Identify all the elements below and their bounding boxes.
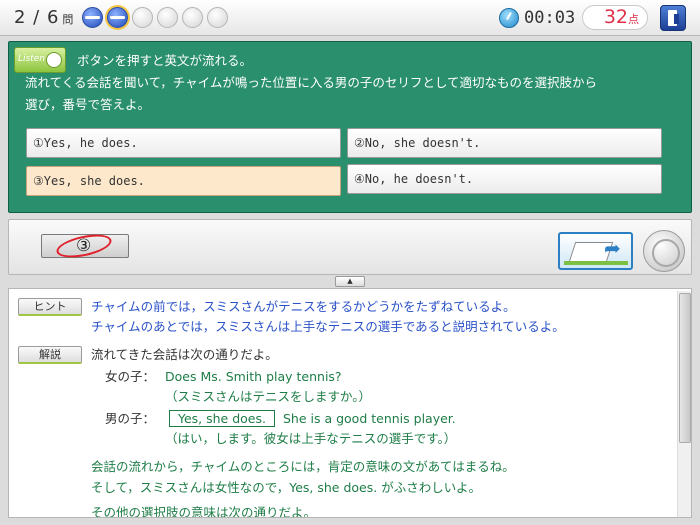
summary-line-3: その他の選択肢の意味は次の通りだよ。 [91,505,317,518]
question-panel: Listen ボタンを押すと英文が流れる。 流れてくる会話を聞いて，チャイムが鳴… [8,41,692,213]
explanation-tag: 解説 [18,346,82,364]
top-bar: 2 / 6問 00:03 32点 [0,0,700,36]
play-audio-icon [46,52,62,68]
option-2[interactable]: ②No, she doesn't. [347,128,662,158]
elapsed-timer: 00:03 [524,8,576,28]
button-accent-bar [564,261,628,265]
progress-dot [207,7,228,28]
question-counter: 2 / 6問 [14,7,74,28]
stopwatch-icon [499,8,519,28]
option-1[interactable]: ①Yes, he does. [26,128,341,158]
girl-label: 女の子： [105,369,156,384]
hint-line-1: チャイムの前では，スミスさんがテニスをするかどうかをたずねているよ。 [91,299,516,314]
collapse-toggle[interactable]: ▲ [335,276,365,287]
listen-label: Listen [18,54,45,64]
hint-line-2: チャイムのあとでは，スミスさんは上手なテニスの選手であると説明されているよ。 [91,319,565,334]
scrollbar-thumb[interactable] [679,293,691,443]
exit-door-icon[interactable] [660,5,686,31]
girl-translation: （スミスさんはテニスをしますか。） [165,389,372,404]
summary-line-1: 会話の流れから，チャイムのところには，肯定の意味の文があてはまるね。 [91,459,515,474]
boy-translation: （はい，します。彼女は上手なテニスの選手です。） [165,431,457,446]
boy-label: 男の子： [105,411,156,426]
question-total: 6 [46,7,60,28]
progress-dots [82,7,228,28]
explanation-intro: 流れてきた会話は次の通りだよ。 [91,347,278,362]
question-current: 2 [14,7,27,28]
answer-bar: ③ ➦ [8,219,692,275]
vertical-scrollbar[interactable] [677,291,691,517]
progress-dot [82,7,103,28]
disabled-round-button[interactable] [643,230,685,272]
next-question-button[interactable]: ➦ [558,232,633,270]
hint-tag: ヒント [18,298,82,316]
question-separator: / [26,7,47,28]
girl-line: Does Ms. Smith play tennis? [165,369,342,384]
summary-line-2: そして，スミスさんは女性なので，Yes, she does. がふさわしいよ。 [91,480,481,495]
boy-answer-highlight: Yes, she does. [169,410,275,427]
option-3[interactable]: ③Yes, she does. [26,166,341,196]
boy-line-text: She is a good tennis player. [282,411,456,426]
question-unit: 問 [62,13,75,26]
progress-dot [182,7,203,28]
correct-mark-icon [54,230,114,262]
explanation-panel: ヒント チャイムの前では，スミスさんがテニスをするかどうかをたずねているよ。 チ… [8,288,692,518]
answer-box: ③ [41,230,129,262]
instruction-line-3: 選び，番号で答えよ。 [25,97,151,112]
listen-button[interactable]: Listen [14,47,66,73]
option-4[interactable]: ④No, he doesn't. [347,164,662,194]
progress-dot [107,7,128,28]
progress-dot [157,7,178,28]
boy-line: Yes, she does. She is a good tennis playe… [169,409,456,429]
arrow-icon: ➦ [604,236,621,260]
instruction-line-2: 流れてくる会話を聞いて，チャイムが鳴った位置に入る男の子のセリフとして適切なもの… [25,75,598,90]
score-display: 32点 [582,5,648,30]
progress-dot [132,7,153,28]
score-value: 32 [603,6,628,28]
score-unit: 点 [628,13,639,26]
instruction-line-1: ボタンを押すと英文が流れる。 [77,53,253,68]
